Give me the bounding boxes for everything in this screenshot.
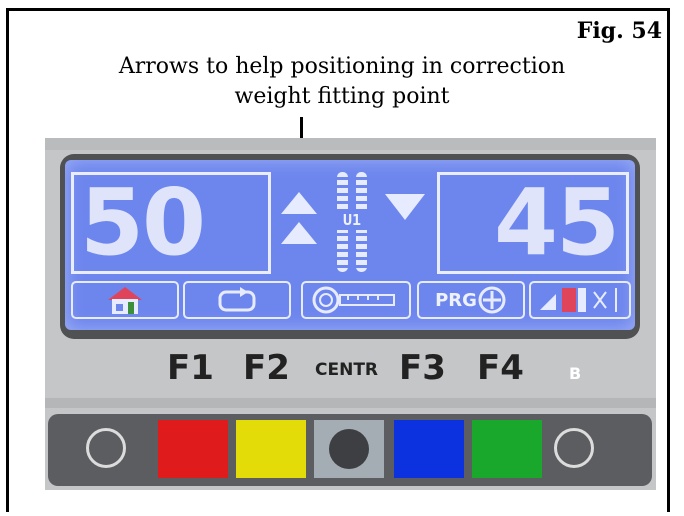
home-function[interactable] <box>71 281 179 319</box>
measure-function[interactable] <box>301 281 411 319</box>
program-function[interactable]: PRG <box>417 281 525 319</box>
caption-line-2: weight fitting point <box>234 84 450 109</box>
positioning-arrows: U1 <box>275 170 435 280</box>
left-unbalance-box: 50 <box>71 172 271 274</box>
figure-caption: Arrows to help positioning in correction… <box>0 52 684 112</box>
f3-blue-button[interactable] <box>394 420 464 478</box>
balancer-control-panel: 50 U1 45 PRG F1 F2 CENTR F3 F4 B <box>45 138 656 490</box>
figure-label: Fig. 54 <box>576 18 662 44</box>
function-icon-row: PRG <box>71 281 631 321</box>
f4-label: F4 <box>477 348 524 388</box>
caption-line-1: Arrows to help positioning in correction <box>118 54 566 79</box>
repeat-icon <box>218 287 256 312</box>
keypad <box>48 414 652 486</box>
centr-label: CENTR <box>315 360 379 380</box>
arrow-up-icon <box>281 222 317 244</box>
measure-icon <box>312 286 395 314</box>
repeat-function[interactable] <box>183 281 291 319</box>
home-icon <box>108 287 142 314</box>
centr-button-dot <box>329 429 369 469</box>
panel-top-edge <box>45 138 656 150</box>
f1-red-button[interactable] <box>158 420 228 478</box>
right-unbalance-value: 45 <box>493 169 620 276</box>
f3-label: F3 <box>399 348 446 388</box>
tyre-settings-icon <box>540 288 617 312</box>
tyre-icon: U1 <box>331 172 373 272</box>
panel-separator <box>45 398 656 408</box>
b-label: B <box>569 364 582 383</box>
lcd-display: 50 U1 45 PRG <box>65 160 635 330</box>
f2-label: F2 <box>243 348 290 388</box>
centr-button[interactable] <box>314 420 384 478</box>
function-key-labels: F1 F2 CENTR F3 F4 B <box>45 342 656 398</box>
left-unbalance-value: 50 <box>80 169 206 276</box>
f2-yellow-button[interactable] <box>236 420 306 478</box>
right-unbalance-box: 45 <box>437 172 629 274</box>
program-icon <box>478 286 506 314</box>
left-round-button[interactable] <box>86 428 126 468</box>
f1-label: F1 <box>167 348 214 388</box>
right-round-button[interactable] <box>554 428 594 468</box>
arrow-up-icon <box>281 192 317 214</box>
tyre-settings-function[interactable] <box>529 281 631 319</box>
program-label: PRG <box>435 289 477 311</box>
f4-green-button[interactable] <box>472 420 542 478</box>
arrow-down-icon <box>385 194 425 220</box>
plane-label: U1 <box>331 210 373 230</box>
